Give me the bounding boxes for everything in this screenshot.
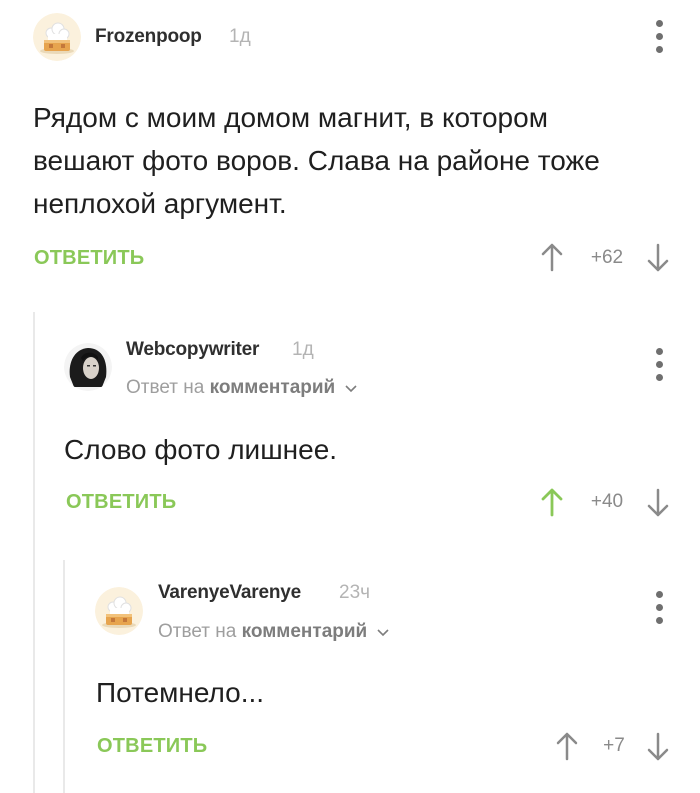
comment-text-line: Потемнело... — [96, 677, 265, 708]
downvote-arrow-icon[interactable] — [647, 732, 669, 762]
reply-to-link[interactable]: Ответ на комментарий — [158, 621, 389, 643]
more-options-icon[interactable] — [651, 590, 667, 626]
upvote-arrow-icon[interactable] — [556, 731, 578, 761]
chevron-down-icon — [376, 629, 389, 637]
cake-avatar[interactable] — [95, 587, 143, 635]
comment-text: Потемнело... — [96, 671, 264, 714]
reply-to-prefix: Ответ на — [158, 621, 237, 642]
reply-button[interactable]: ОТВЕТИТЬ — [97, 735, 207, 758]
comment-time: 23ч — [339, 582, 371, 603]
rating-value: +7 — [603, 735, 625, 756]
reply-to-target: комментарий — [241, 621, 368, 642]
cake-avatar-image — [95, 587, 143, 635]
comment-varenyevarenye: VarenyeVarenye 23ч Ответ на комментарий … — [0, 0, 700, 793]
comment-author[interactable]: VarenyeVarenye — [158, 582, 301, 604]
